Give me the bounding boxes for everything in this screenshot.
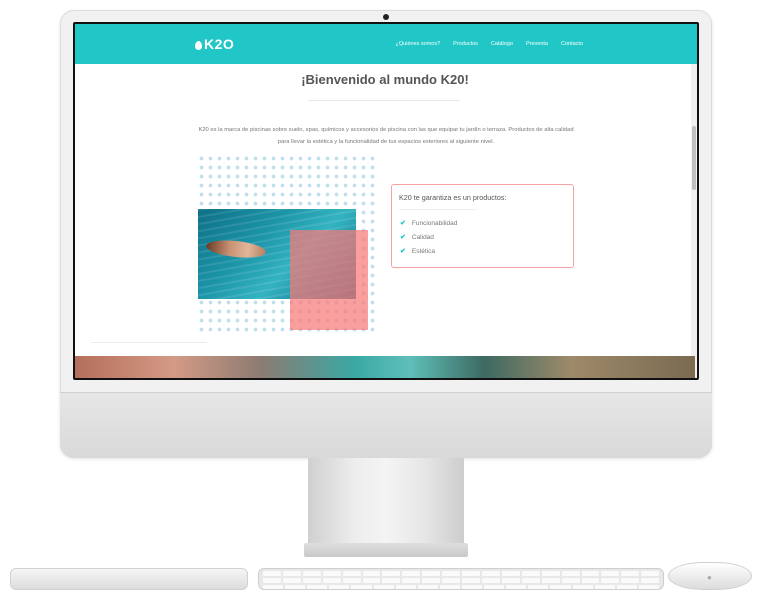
- nav-item-productos[interactable]: Productos: [453, 41, 478, 47]
- list-item: ✔ Calidad: [400, 230, 457, 244]
- webcam: [383, 14, 389, 20]
- mouse: ●: [668, 562, 752, 590]
- imac-stand-base: [304, 543, 468, 557]
- pink-overlay-square: [290, 230, 368, 330]
- scrollbar-thumb[interactable]: [692, 126, 696, 190]
- section-divider: [91, 342, 207, 343]
- guarantee-title: K20 te garantiza es un productos:: [399, 193, 507, 202]
- scene: K2O ¿Quiénes somos? Productos Catálogo P…: [0, 0, 758, 592]
- guarantee-item-label: Calidad: [411, 233, 434, 241]
- intro-text: K20 es la marca de piscinas sobre suelo,…: [193, 124, 579, 148]
- apple-logo-icon: ●: [707, 573, 712, 582]
- main-nav: ¿Quiénes somos? Productos Catálogo Preve…: [396, 41, 583, 47]
- nav-item-catalogo[interactable]: Catálogo: [491, 41, 513, 47]
- page-title: ¡Bienvenido al mundo K20!: [301, 72, 469, 87]
- intro-line-1: K20 es la marca de piscinas sobre suelo,…: [198, 127, 543, 133]
- nav-item-contacto[interactable]: Contacto: [561, 41, 583, 47]
- guarantee-item-label: Funcionabilidad: [411, 219, 458, 227]
- guarantee-list: ✔ Funcionabilidad ✔ Calidad ✔ Estética: [400, 216, 457, 258]
- page-scrollbar[interactable]: [691, 64, 697, 378]
- imac-stand: [308, 458, 464, 544]
- check-icon: ✔: [400, 220, 406, 227]
- card-divider: [399, 209, 477, 210]
- title-divider: [308, 100, 460, 101]
- water-drop-icon: [195, 41, 202, 50]
- site-header: K2O ¿Quiénes somos? Productos Catálogo P…: [75, 24, 697, 64]
- screen: K2O ¿Quiénes somos? Productos Catálogo P…: [73, 22, 699, 380]
- check-icon: ✔: [400, 234, 406, 241]
- site-logo[interactable]: K2O: [195, 36, 234, 52]
- check-icon: ✔: [400, 248, 406, 255]
- list-item: ✔ Funcionabilidad: [400, 216, 457, 230]
- next-section-banner: [75, 356, 695, 378]
- nav-item-quienes-somos[interactable]: ¿Quiénes somos?: [396, 41, 441, 47]
- logo-text: K2O: [204, 36, 235, 52]
- nav-item-preventa[interactable]: Preventa: [526, 41, 548, 47]
- guarantee-item-label: Estética: [411, 247, 435, 255]
- imac-chin: [60, 392, 712, 458]
- keyboard: [258, 568, 664, 590]
- list-item: ✔ Estética: [400, 244, 457, 258]
- guarantee-card: K20 te garantiza es un productos: ✔ Funci…: [391, 184, 574, 268]
- trackpad: [10, 568, 248, 590]
